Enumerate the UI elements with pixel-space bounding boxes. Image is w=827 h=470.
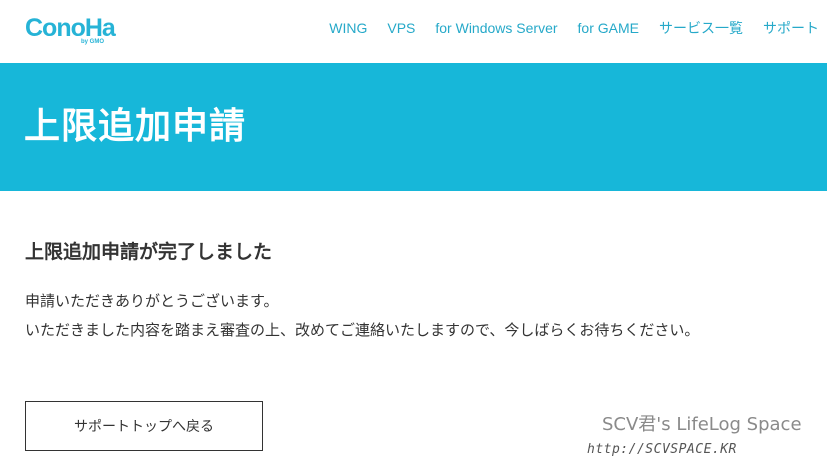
message-line-1: 申請いただきありがとうございます。: [25, 292, 279, 310]
page-title: 上限追加申請: [24, 106, 247, 147]
watermark-title: SCV君's LifeLog Space: [602, 414, 802, 435]
site-header: ConoHa by GMO WING VPS for Windows Serve…: [0, 0, 827, 63]
logo-text: ConoHa: [25, 14, 117, 42]
nav-item-support[interactable]: サポート: [763, 18, 819, 38]
nav-item-services[interactable]: サービス一覧: [659, 18, 743, 38]
conoha-logo[interactable]: ConoHa by GMO: [25, 10, 125, 46]
nav-item-windows-server[interactable]: for Windows Server: [435, 18, 557, 38]
main-nav: WING VPS for Windows Server for GAME サービ…: [309, 18, 819, 38]
back-to-support-button[interactable]: サポートトップへ戻る: [25, 401, 263, 451]
message-line-2: いただきました内容を踏まえ審査の上、改めてご連絡いたしますので、今しばらくお待ち…: [25, 321, 700, 339]
completion-message: 申請いただきありがとうございます。 いただきました内容を踏まえ審査の上、改めてご…: [25, 287, 699, 345]
nav-item-vps[interactable]: VPS: [387, 18, 415, 38]
conoha-logo-icon: ConoHa by GMO: [25, 14, 118, 45]
watermark-url: http://SCVSPACE.KR: [587, 442, 737, 457]
page: ConoHa by GMO WING VPS for Windows Serve…: [0, 0, 827, 470]
nav-item-game[interactable]: for GAME: [578, 18, 639, 38]
completion-heading: 上限追加申請が完了しました: [25, 241, 273, 263]
nav-item-wing[interactable]: WING: [329, 18, 367, 38]
page-banner: 上限追加申請: [0, 63, 827, 191]
logo-sub-text: by GMO: [81, 39, 104, 45]
